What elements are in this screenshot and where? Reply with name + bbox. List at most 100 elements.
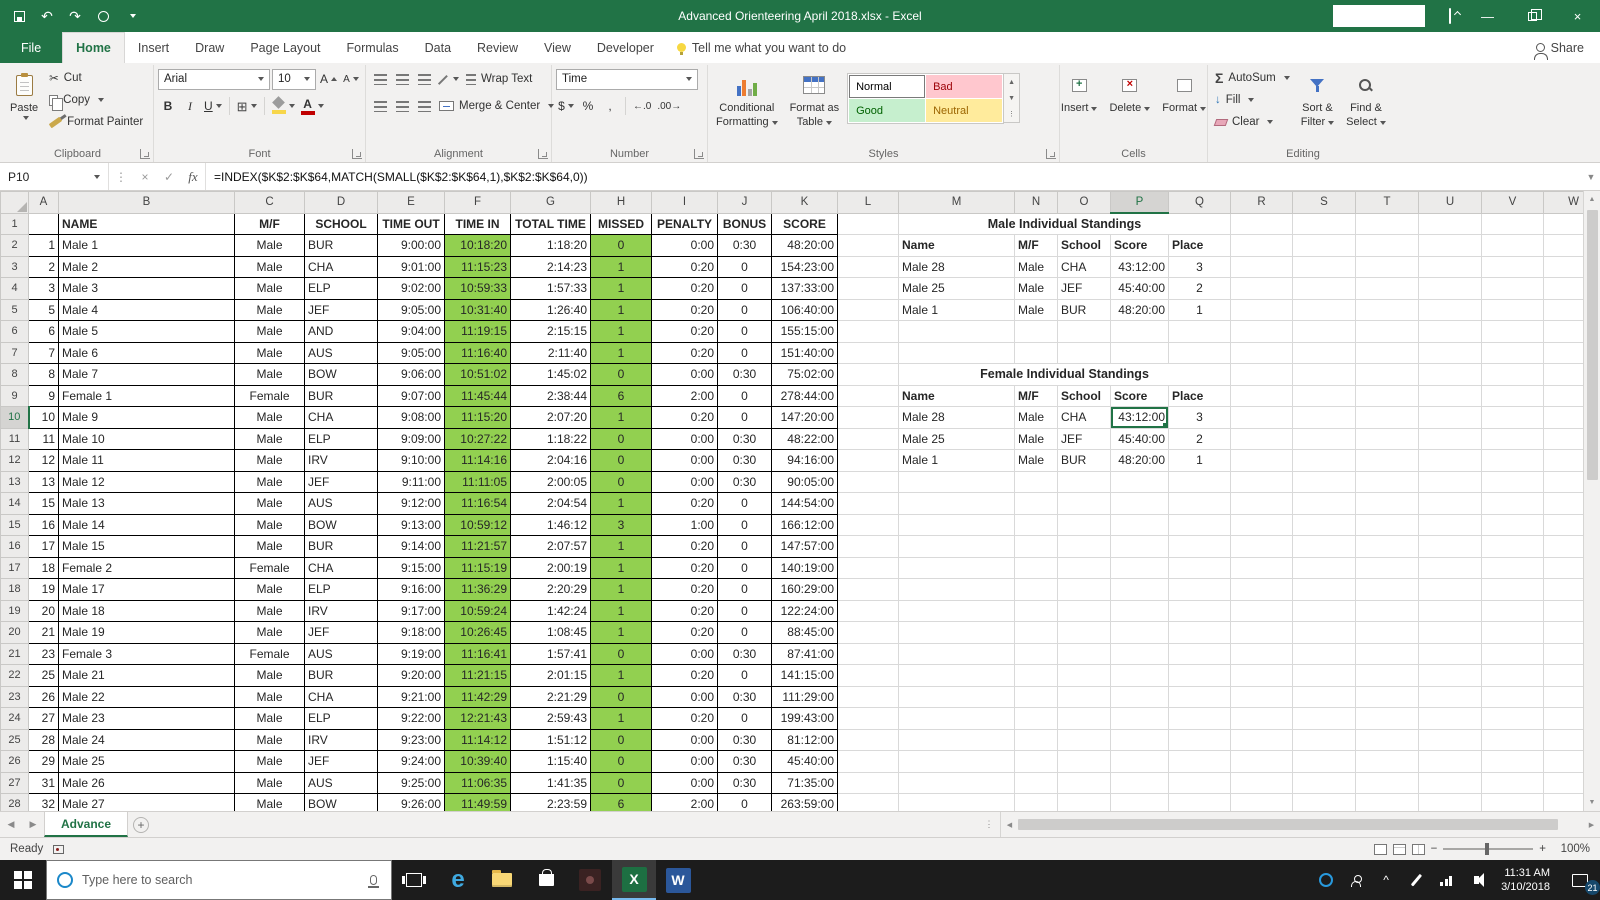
cell-O13[interactable] <box>1057 470 1111 493</box>
cell-I15[interactable]: 1:00 <box>651 513 718 536</box>
cell-Q22[interactable] <box>1168 664 1231 687</box>
cell-style-bad[interactable]: Bad <box>926 75 1003 98</box>
cell-O12[interactable]: BUR <box>1057 449 1111 472</box>
column-header-E[interactable]: E <box>377 191 445 214</box>
cell-W13[interactable] <box>1543 470 1583 493</box>
cell-N5[interactable]: Male <box>1014 298 1058 321</box>
cell-I21[interactable]: 0:00 <box>651 642 718 665</box>
row-header-6[interactable]: 6 <box>0 320 29 343</box>
cell-Q26[interactable] <box>1168 750 1231 773</box>
cell-W15[interactable] <box>1543 513 1583 536</box>
cell-F2[interactable]: 10:18:20 <box>444 234 511 257</box>
cell-S21[interactable] <box>1292 642 1356 665</box>
cell-D28[interactable]: BOW <box>304 793 378 811</box>
cell-A10[interactable]: 10 <box>28 406 59 429</box>
cell-T25[interactable] <box>1355 728 1419 751</box>
cell-A14[interactable]: 15 <box>28 492 59 515</box>
cell-P22[interactable] <box>1110 664 1169 687</box>
cell-V18[interactable] <box>1481 578 1544 601</box>
cell-K7[interactable]: 151:40:00 <box>771 341 838 364</box>
cell-S17[interactable] <box>1292 556 1356 579</box>
ribbon-tab-draw[interactable]: Draw <box>182 32 237 63</box>
cell-N17[interactable] <box>1014 556 1058 579</box>
cell-G2[interactable]: 1:18:20 <box>510 234 591 257</box>
cell-D3[interactable]: CHA <box>304 255 378 278</box>
cell-W18[interactable] <box>1543 578 1583 601</box>
cell-J17[interactable]: 0 <box>717 556 772 579</box>
word-taskbar-button[interactable]: W <box>656 860 700 900</box>
formula-bar-expand-button[interactable]: ▼ <box>1582 163 1600 190</box>
cell-K8[interactable]: 75:02:00 <box>771 363 838 386</box>
cell-M4[interactable]: Male 25 <box>898 277 1015 300</box>
sort-filter-button[interactable]: Sort & Filter <box>1297 67 1338 133</box>
cell-I24[interactable]: 0:20 <box>651 707 718 730</box>
format-as-table-button[interactable]: Format as Table <box>786 67 844 133</box>
row-header-3[interactable]: 3 <box>0 255 29 278</box>
row-header-10[interactable]: 10 <box>0 406 30 429</box>
cell-style-neutral[interactable]: Neutral <box>926 99 1003 122</box>
row-header-26[interactable]: 26 <box>0 750 29 773</box>
cell-G23[interactable]: 2:21:29 <box>510 685 591 708</box>
cell-O10[interactable]: CHA <box>1057 406 1111 429</box>
cell-H8[interactable]: 0 <box>590 363 652 386</box>
cell-G5[interactable]: 1:26:40 <box>510 298 591 321</box>
cell-W16[interactable] <box>1543 535 1583 558</box>
cell-F14[interactable]: 11:16:54 <box>444 492 511 515</box>
cell-P25[interactable] <box>1110 728 1169 751</box>
cell-O7[interactable] <box>1057 341 1111 364</box>
column-header-F[interactable]: F <box>444 191 511 214</box>
cell-I14[interactable]: 0:20 <box>651 492 718 515</box>
cell-H5[interactable]: 1 <box>590 298 652 321</box>
cell-P27[interactable] <box>1110 771 1169 794</box>
cell-N12[interactable]: Male <box>1014 449 1058 472</box>
cell-U12[interactable] <box>1418 449 1482 472</box>
cell-O20[interactable] <box>1057 621 1111 644</box>
cell-H7[interactable]: 1 <box>590 341 652 364</box>
cell-Q21[interactable] <box>1168 642 1231 665</box>
cell-D19[interactable]: IRV <box>304 599 378 622</box>
column-header-J[interactable]: J <box>717 191 772 214</box>
cell-B19[interactable]: Male 18 <box>58 599 235 622</box>
cell-Q11[interactable]: 2 <box>1168 427 1231 450</box>
task-view-button[interactable] <box>392 860 436 900</box>
cell-R21[interactable] <box>1230 642 1293 665</box>
cell-D22[interactable]: BUR <box>304 664 378 687</box>
cell-L15[interactable] <box>837 513 899 536</box>
cell-I11[interactable]: 0:00 <box>651 427 718 450</box>
enter-entry-button[interactable]: ✓ <box>157 163 181 190</box>
cell-C19[interactable]: Male <box>234 599 305 622</box>
cell-F21[interactable]: 11:16:41 <box>444 642 511 665</box>
cell-R7[interactable] <box>1230 341 1293 364</box>
cell-E1[interactable]: TIME OUT <box>377 212 445 235</box>
cell-V8[interactable] <box>1481 363 1544 386</box>
cell-U10[interactable] <box>1418 406 1482 429</box>
cell-G25[interactable]: 1:51:12 <box>510 728 591 751</box>
cell-J21[interactable]: 0:30 <box>717 642 772 665</box>
cell-C17[interactable]: Female <box>234 556 305 579</box>
cell-T15[interactable] <box>1355 513 1419 536</box>
cell-B16[interactable]: Male 15 <box>58 535 235 558</box>
cell-L25[interactable] <box>837 728 899 751</box>
cell-S8[interactable] <box>1292 363 1356 386</box>
column-header-R[interactable]: R <box>1230 191 1293 214</box>
cell-C14[interactable]: Male <box>234 492 305 515</box>
cell-J22[interactable]: 0 <box>717 664 772 687</box>
cell-I19[interactable]: 0:20 <box>651 599 718 622</box>
orientation-button[interactable] <box>436 69 461 90</box>
cell-E15[interactable]: 9:13:00 <box>377 513 445 536</box>
network-tray-button[interactable] <box>1431 860 1461 900</box>
column-header-P[interactable]: P <box>1110 191 1169 214</box>
cell-G15[interactable]: 1:46:12 <box>510 513 591 536</box>
cell-A8[interactable]: 8 <box>28 363 59 386</box>
cell-Q20[interactable] <box>1168 621 1231 644</box>
cell-T3[interactable] <box>1355 255 1419 278</box>
cell-H10[interactable]: 1 <box>590 406 652 429</box>
cell-H12[interactable]: 0 <box>590 449 652 472</box>
cell-E6[interactable]: 9:04:00 <box>377 320 445 343</box>
row-header-14[interactable]: 14 <box>0 492 29 515</box>
cell-U23[interactable] <box>1418 685 1482 708</box>
cell-Q24[interactable] <box>1168 707 1231 730</box>
cell-M5[interactable]: Male 1 <box>898 298 1015 321</box>
cell-K24[interactable]: 199:43:00 <box>771 707 838 730</box>
cell-L12[interactable] <box>837 449 899 472</box>
